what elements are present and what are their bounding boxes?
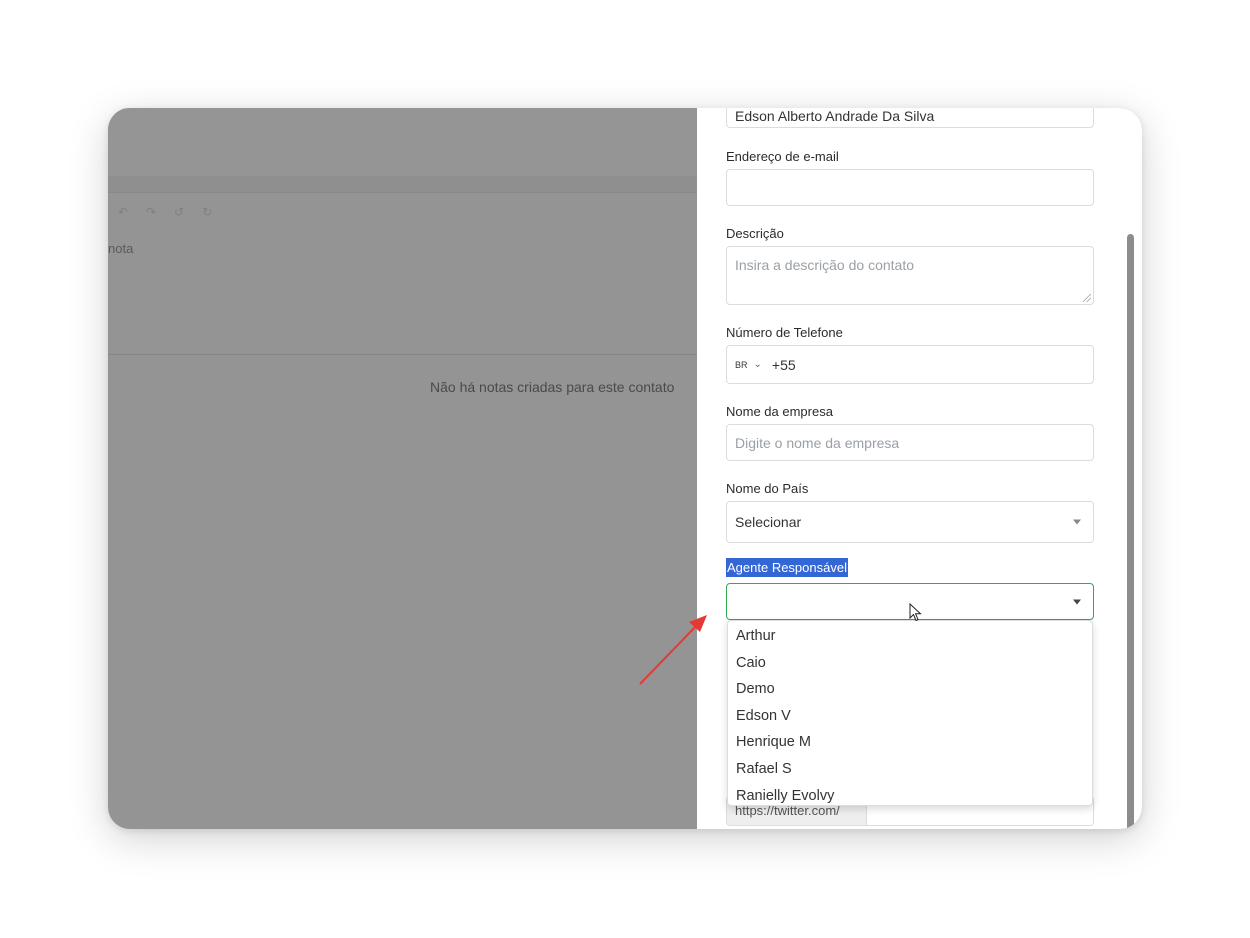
phone-field[interactable]: BR ⌄ +55 [726, 345, 1094, 384]
agent-dropdown-list: Arthur Caio Demo Edson V Henrique M Rafa… [727, 620, 1093, 806]
dropdown-option[interactable]: Ranielly Evolvy [728, 783, 1092, 810]
dropdown-option[interactable]: Henrique M [728, 729, 1092, 756]
dropdown-option[interactable]: Rafael S [728, 756, 1092, 783]
dropdown-arrow-icon [1073, 599, 1081, 604]
redo-icon: ↻ [202, 205, 213, 219]
country-label: Nome do País [726, 481, 809, 496]
phone-country-code: BR [735, 359, 748, 370]
phone-prefix: +55 [771, 356, 796, 373]
app-window: ↶ ↷ ↺ ↻ nota Não há notas criadas para e… [108, 108, 1142, 829]
contact-edit-panel: Edson Alberto Andrade Da Silva Endereço … [697, 108, 1142, 829]
background-editor-toolbar: ↶ ↷ ↺ ↻ [118, 205, 212, 219]
phone-country-selector[interactable]: BR ⌄ [735, 359, 762, 370]
phone-label: Número de Telefone [726, 325, 843, 340]
undo-icon: ↺ [174, 205, 185, 219]
resize-handle-icon[interactable] [1083, 294, 1091, 302]
dropdown-option[interactable]: Demo [728, 676, 1092, 703]
description-placeholder: Insira a descrição do contato [735, 257, 914, 273]
background-divider [108, 176, 697, 193]
name-value: Edson Alberto Andrade Da Silva [735, 108, 935, 124]
dropdown-option[interactable]: Arthur [728, 623, 1092, 650]
email-label: Endereço de e-mail [726, 149, 839, 164]
country-select-value: Selecionar [735, 514, 802, 530]
country-select[interactable]: Selecionar [726, 501, 1094, 543]
description-label: Descrição [726, 226, 784, 241]
empty-notes-message: Não há notas criadas para este contato [430, 379, 675, 395]
email-field[interactable] [726, 169, 1094, 206]
redo-icon: ↷ [146, 205, 157, 219]
company-field[interactable]: Digite o nome da empresa [726, 424, 1094, 461]
background-note-label: nota [108, 241, 134, 256]
panel-scrollbar[interactable] [1127, 234, 1134, 829]
background-header [108, 108, 697, 176]
chevron-down-icon: ⌄ [753, 359, 762, 370]
dropdown-option[interactable]: Edson V [728, 703, 1092, 730]
company-label: Nome da empresa [726, 404, 833, 419]
name-field[interactable]: Edson Alberto Andrade Da Silva [726, 108, 1094, 128]
background-divider [108, 354, 697, 355]
mouse-cursor-icon [909, 603, 922, 622]
agent-label: Agente Responsável [726, 558, 848, 577]
dropdown-option[interactable]: Caio [728, 650, 1092, 677]
company-placeholder: Digite o nome da empresa [735, 434, 900, 451]
undo-icon: ↶ [118, 205, 129, 219]
dropdown-arrow-icon [1073, 519, 1081, 525]
description-field[interactable]: Insira a descrição do contato [726, 246, 1094, 305]
